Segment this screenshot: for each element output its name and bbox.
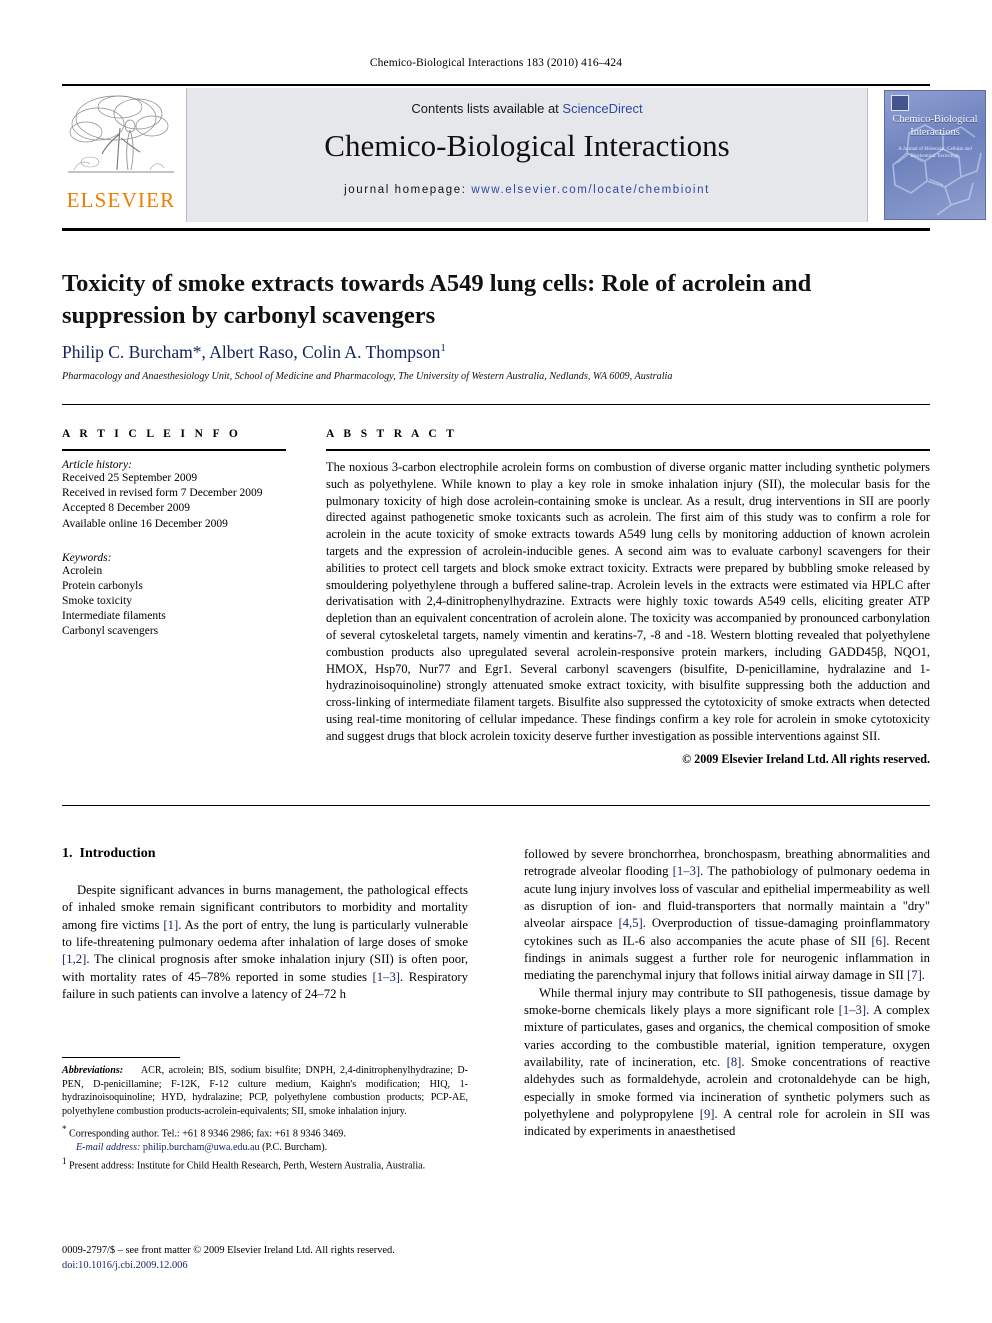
present-address-text: Present address: Institute for Child Hea… (69, 1160, 426, 1172)
abstract-heading: A B S T R A C T (326, 428, 458, 440)
body-column-left: Despite significant advances in burns ma… (62, 882, 468, 1003)
author-footnote-marker[interactable]: 1 (440, 342, 446, 354)
author-list: Philip C. Burcham*, Albert Raso, Colin A… (62, 342, 892, 363)
journal-masthead: ELSEVIER Contents lists available at Sci… (62, 88, 986, 224)
abstract-body: The noxious 3-carbon electrophile acrole… (326, 460, 930, 743)
journal-homepage-line: journal homepage: www.elsevier.com/locat… (187, 184, 867, 196)
abstract-copyright: © 2009 Elsevier Ireland Ltd. All rights … (682, 751, 930, 766)
abstract-divider (326, 449, 930, 451)
abbreviations-footnote: Abbreviations: ACR, acrolein; BIS, sodiu… (62, 1064, 468, 1118)
section-title: Introduction (79, 846, 156, 861)
citation-ref[interactable]: [1–3] (673, 864, 700, 878)
cover-title: Chemico-Biological Interactions (892, 114, 978, 139)
keywords-label: Keywords: (62, 551, 112, 564)
article-history-received: Received 25 September 2009 (62, 472, 198, 484)
article-info-divider (62, 449, 286, 451)
citation-ref[interactable]: [4,5] (618, 916, 642, 930)
masthead-rule-top (62, 84, 930, 86)
masthead-band: Contents lists available at ScienceDirec… (186, 88, 868, 222)
footnotes-block: Abbreviations: ACR, acrolein; BIS, sodiu… (62, 1064, 468, 1173)
journal-cover-thumbnail[interactable]: Chemico-Biological Interactions A Journa… (884, 90, 986, 220)
intro-paragraph-left: Despite significant advances in burns ma… (62, 883, 468, 1001)
doi-label: doi: (62, 1260, 79, 1272)
issn-copyright-line: 0009-2797/$ – see front matter © 2009 El… (62, 1245, 395, 1256)
elsevier-tree-icon (64, 90, 178, 188)
info-rule-bottom (62, 805, 930, 806)
page-title: Toxicity of smoke extracts towards A549 … (62, 270, 812, 329)
keyword-item: Intermediate filaments (62, 610, 166, 623)
email-line: E-mail address: philip.burcham@uwa.edu.a… (62, 1141, 468, 1155)
abbreviations-text: ACR, acrolein; BIS, sodium bisulfite; DN… (62, 1065, 469, 1117)
elsevier-logo: ELSEVIER (62, 88, 180, 222)
present-address-footnote: 1 Present address: Institute for Child H… (62, 1155, 468, 1173)
contents-prefix: Contents lists available at (411, 101, 563, 116)
intro-paragraph-right-2: While thermal injury may contribute to S… (524, 985, 930, 1139)
keyword-item: Carbonyl scavengers (62, 625, 159, 638)
running-head: Chemico-Biological Interactions 183 (201… (369, 57, 623, 69)
citation-ref[interactable]: [1] (163, 918, 178, 932)
masthead-rule-bottom (62, 228, 930, 231)
article-history-online: Available online 16 December 2009 (62, 517, 228, 530)
keywords-block: Keywords: Acrolein Protein carbonyls Smo… (62, 552, 286, 640)
keyword-item: Protein carbonyls (62, 579, 143, 592)
author-names: Philip C. Burcham*, Albert Raso, Colin A… (62, 342, 441, 362)
present-address-marker: 1 (62, 1155, 67, 1166)
homepage-prefix: journal homepage: (344, 184, 472, 196)
footnote-rule (62, 1057, 180, 1058)
imprint-block: 0009-2797/$ – see front matter © 2009 El… (62, 1243, 482, 1273)
citation-ref[interactable]: [1,2] (62, 952, 86, 966)
citation-ref[interactable]: [1–3] (373, 970, 400, 984)
journal-title: Chemico-Biological Interactions (324, 128, 730, 163)
keyword-item: Smoke toxicity (62, 595, 132, 608)
corresponding-marker: * (62, 1124, 67, 1135)
journal-article-page: Chemico-Biological Interactions 183 (201… (0, 0, 992, 1323)
corresponding-author-footnote: * Corresponding author. Tel.: +61 8 9346… (62, 1123, 468, 1154)
doi-line: doi:10.1016/j.cbi.2009.12.006 (62, 1258, 482, 1273)
affiliation: Pharmacology and Anaesthesiology Unit, S… (62, 371, 673, 382)
article-info-heading: A R T I C L E I N F O (62, 428, 242, 440)
body-column-right: followed by severe bronchorrhea, broncho… (524, 846, 930, 1141)
elsevier-wordmark: ELSEVIER (66, 188, 176, 212)
citation-ref[interactable]: [7] (907, 968, 922, 982)
abbreviations-label: Abbreviations: (62, 1065, 124, 1076)
citation-ref[interactable]: [8] (727, 1055, 742, 1069)
abstract-column: A B S T R A C T The noxious 3-carbon ele… (326, 428, 930, 767)
info-rule-top (62, 404, 930, 405)
article-history-revised: Received in revised form 7 December 2009 (62, 487, 263, 500)
contents-available-line: Contents lists available at ScienceDirec… (187, 101, 867, 116)
citation-ref[interactable]: [1–3] (839, 1003, 866, 1017)
section-heading-introduction: 1. Introduction (62, 846, 155, 862)
doi-value[interactable]: 10.1016/j.cbi.2009.12.006 (78, 1260, 187, 1271)
corresponding-text: Corresponding author. Tel.: +61 8 9346 2… (69, 1128, 346, 1140)
article-history-accepted: Accepted 8 December 2009 (62, 502, 191, 515)
email-label: E-mail address: (76, 1142, 141, 1154)
citation-ref[interactable]: [9] (700, 1107, 715, 1121)
article-info-column: A R T I C L E I N F O Article history: R… (62, 428, 286, 640)
email-link[interactable]: philip.burcham@uwa.edu.au (143, 1142, 260, 1153)
journal-homepage-link[interactable]: www.elsevier.com/locate/chembioint (471, 184, 709, 196)
intro-paragraph-right-1: followed by severe bronchorrhea, broncho… (524, 847, 931, 983)
section-number: 1. (62, 846, 73, 861)
citation-ref[interactable]: [6] (871, 934, 886, 948)
email-owner: (P.C. Burcham). (262, 1142, 328, 1154)
sciencedirect-link[interactable]: ScienceDirect (562, 101, 642, 116)
article-history-label: Article history: (62, 459, 132, 471)
cover-subtitle: A Journal of Molecular, Cellular and Bio… (898, 147, 972, 159)
keyword-item: Acrolein (62, 564, 103, 577)
